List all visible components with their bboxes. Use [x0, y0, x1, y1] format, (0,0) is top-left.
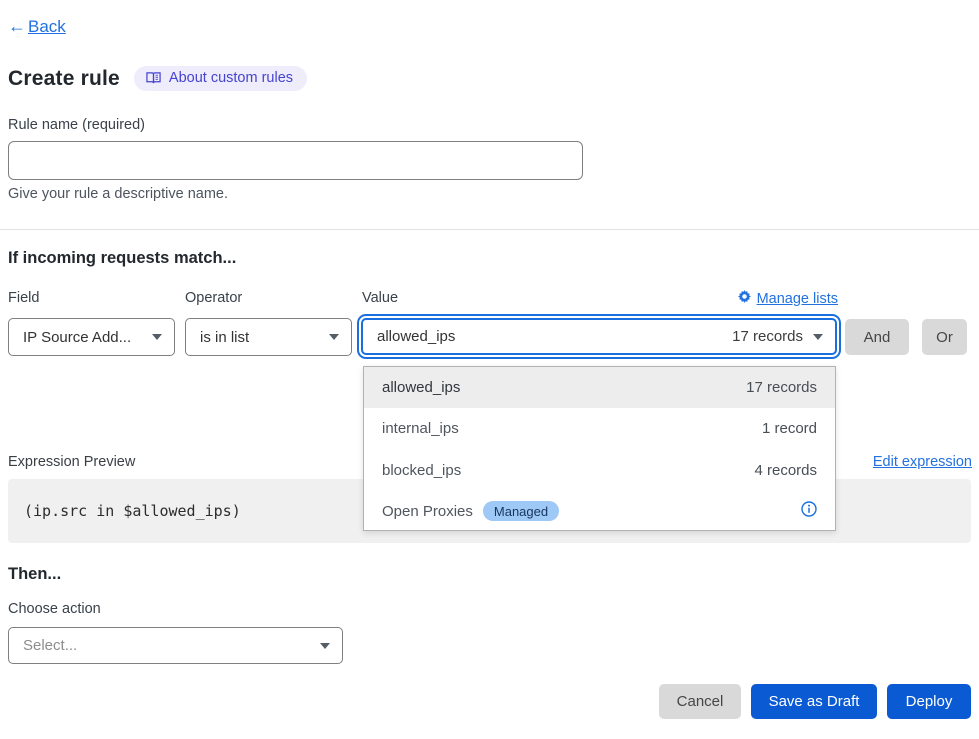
rule-name-input[interactable] [8, 141, 583, 180]
edit-expression-link[interactable]: Edit expression [873, 454, 972, 470]
expression-preview-label: Expression Preview [8, 454, 135, 470]
list-item-blocked-ips[interactable]: blocked_ips 4 records [364, 450, 835, 491]
info-icon[interactable] [801, 501, 817, 521]
value-label: Value [362, 290, 398, 306]
and-button[interactable]: And [845, 319, 909, 355]
action-select-placeholder: Select... [23, 637, 77, 654]
list-item-name: allowed_ips [382, 379, 460, 396]
list-item-meta: 1 record [762, 420, 817, 437]
page-title: Create rule [8, 67, 120, 91]
value-dropdown-panel: allowed_ips 17 records internal_ips 1 re… [363, 366, 836, 531]
back-link-label[interactable]: Back [28, 17, 66, 37]
expression-code: (ip.src in $allowed_ips) [24, 502, 241, 520]
field-label: Field [8, 290, 39, 306]
managed-badge: Managed [483, 501, 559, 521]
about-badge-label: About custom rules [169, 70, 293, 86]
list-item-internal-ips[interactable]: internal_ips 1 record [364, 408, 835, 449]
operator-select[interactable]: is in list [185, 318, 352, 356]
back-link[interactable]: ← Back [8, 16, 66, 37]
operator-select-value: is in list [200, 329, 249, 346]
create-rule-page: ← Back Create rule About custom rules Ru… [0, 0, 979, 739]
list-item-name: internal_ips [382, 420, 459, 437]
manage-lists-label[interactable]: Manage lists [757, 291, 838, 307]
field-select[interactable]: IP Source Add... [8, 318, 175, 356]
then-section-heading: Then... [8, 565, 61, 584]
list-item-open-proxies[interactable]: Open Proxies Managed [364, 491, 835, 532]
list-item-meta: 4 records [754, 462, 817, 479]
operator-label: Operator [185, 290, 242, 306]
rule-name-label: Rule name (required) [8, 117, 145, 133]
value-select-value: allowed_ips [377, 328, 455, 345]
manage-lists-link[interactable]: Manage lists [738, 290, 838, 307]
value-select[interactable]: allowed_ips 17 records [361, 318, 837, 355]
footer-actions: Cancel Save as Draft Deploy [659, 684, 971, 719]
title-row: Create rule About custom rules [8, 66, 307, 91]
or-button[interactable]: Or [922, 319, 967, 355]
rule-name-helper: Give your rule a descriptive name. [8, 186, 228, 202]
value-select-meta: 17 records [732, 328, 803, 345]
chevron-down-icon [329, 334, 339, 340]
section-divider [0, 229, 979, 230]
chevron-down-icon [320, 643, 330, 649]
list-item-meta: 17 records [746, 379, 817, 396]
list-item-name: Open Proxies [382, 503, 473, 520]
choose-action-label: Choose action [8, 601, 101, 617]
back-arrow-icon: ← [8, 16, 26, 37]
about-custom-rules-badge[interactable]: About custom rules [134, 66, 307, 91]
save-as-draft-button[interactable]: Save as Draft [751, 684, 877, 719]
gear-icon [738, 290, 751, 307]
match-section-heading: If incoming requests match... [8, 249, 236, 268]
deploy-button[interactable]: Deploy [887, 684, 971, 719]
chevron-down-icon [813, 334, 823, 340]
field-select-value: IP Source Add... [23, 329, 131, 346]
list-item-name: blocked_ips [382, 462, 461, 479]
value-select-focus-ring: allowed_ips 17 records [357, 314, 841, 359]
chevron-down-icon [152, 334, 162, 340]
action-select[interactable]: Select... [8, 627, 343, 664]
list-item-allowed-ips[interactable]: allowed_ips 17 records [364, 367, 835, 408]
cancel-button[interactable]: Cancel [659, 684, 741, 719]
book-icon [146, 71, 161, 85]
